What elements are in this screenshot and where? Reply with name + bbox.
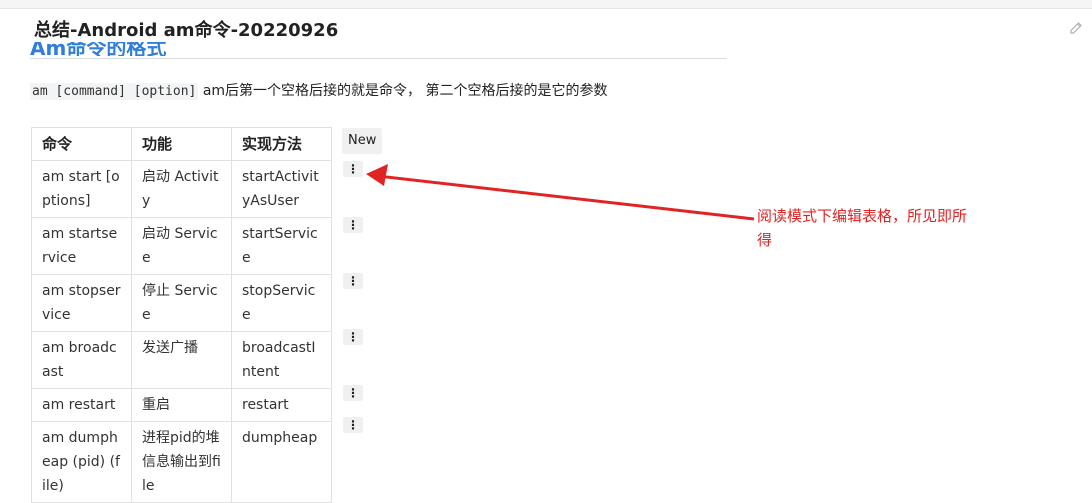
cell-command[interactable]: am start [options]	[31, 160, 132, 218]
cell-command[interactable]: am dumpheap (pid) (file)	[31, 421, 132, 503]
cell-function[interactable]: 启动 Activity	[131, 160, 232, 218]
cell-implementation[interactable]: stopService	[231, 274, 332, 332]
section-heading: Am命令的格式	[30, 42, 190, 56]
new-row-button[interactable]: New	[342, 128, 383, 154]
command-format-description: am [command] [option] am后第一个空格后接的就是命令， 第…	[30, 80, 608, 100]
pencil-icon[interactable]	[1068, 20, 1084, 36]
row-menu-icon[interactable]: ⋮	[343, 385, 363, 401]
table-row: am start [options] 启动 Activity startActi…	[31, 160, 332, 218]
cell-implementation[interactable]: broadcastIntent	[231, 331, 332, 389]
cell-function[interactable]: 停止 Service	[131, 274, 232, 332]
cell-command[interactable]: am restart	[31, 388, 132, 422]
table-row: am restart 重启 restart	[31, 388, 332, 422]
cell-command[interactable]: am broadcast	[31, 331, 132, 389]
cell-implementation[interactable]: startActivityAsUser	[231, 160, 332, 218]
table-row: am startservice 启动 Service startService	[31, 217, 332, 275]
cell-implementation[interactable]: restart	[231, 388, 332, 422]
cell-command[interactable]: am stopservice	[31, 274, 132, 332]
cell-command[interactable]: am startservice	[31, 217, 132, 275]
am-command-table: 命令 功能 实现方法 am start [options] 启动 Activit…	[31, 127, 332, 503]
row-menu-icon[interactable]: ⋮	[343, 329, 363, 345]
row-menu-icon[interactable]: ⋮	[343, 161, 363, 177]
table-row: am stopservice 停止 Service stopService	[31, 274, 332, 332]
row-menu-icon[interactable]: ⋮	[343, 273, 363, 289]
header-implementation[interactable]: 实现方法	[231, 127, 332, 161]
table-row: am broadcast 发送广播 broadcastIntent	[31, 331, 332, 389]
cell-function[interactable]: 启动 Service	[131, 217, 232, 275]
cell-function[interactable]: 发送广播	[131, 331, 232, 389]
page-title: 总结-Android am命令-20220926	[34, 20, 339, 41]
heading-divider	[30, 58, 727, 59]
cell-implementation[interactable]: dumpheap	[231, 421, 332, 503]
annotation-note: 阅读模式下编辑表格，所见即所得	[757, 207, 968, 249]
row-menu-icon[interactable]: ⋮	[343, 417, 363, 433]
inline-code: am [command] [option]	[30, 83, 199, 100]
table-header-row: 命令 功能 实现方法	[31, 127, 332, 161]
cell-function[interactable]: 重启	[131, 388, 232, 422]
table-row: am dumpheap (pid) (file) 进程pid的堆信息输出到fil…	[31, 421, 332, 503]
top-toolbar-strip	[0, 0, 1092, 9]
header-command[interactable]: 命令	[31, 127, 132, 161]
header-function[interactable]: 功能	[131, 127, 232, 161]
section-heading-text: Am命令的格式	[30, 42, 167, 56]
cell-implementation[interactable]: startService	[231, 217, 332, 275]
description-text: am后第一个空格后接的就是命令， 第二个空格后接的是它的参数	[198, 83, 608, 99]
row-menu-icon[interactable]: ⋮	[343, 217, 363, 233]
cell-function[interactable]: 进程pid的堆信息输出到file	[131, 421, 232, 503]
